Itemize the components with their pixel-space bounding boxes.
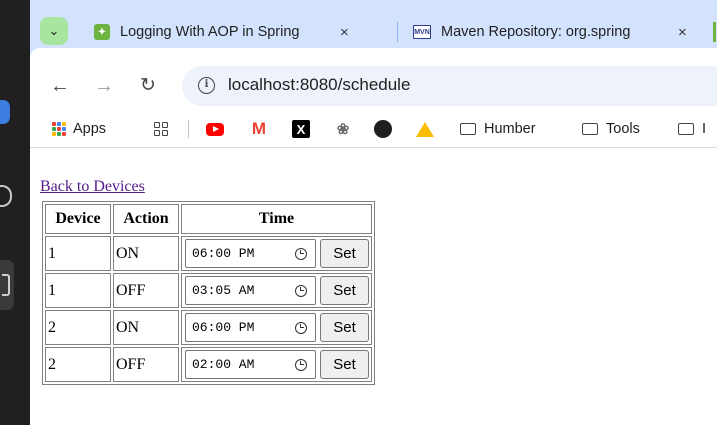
- bookmark-apps[interactable]: Apps: [52, 119, 106, 139]
- reload-icon[interactable]: ↻: [140, 76, 156, 96]
- bookmark-folder-tools[interactable]: Tools: [582, 119, 640, 139]
- column-header-device: Device: [45, 204, 111, 234]
- bookmark-label: Tools: [606, 121, 640, 137]
- back-to-devices-link[interactable]: Back to Devices: [40, 178, 145, 196]
- os-app-icon[interactable]: [0, 185, 12, 207]
- set-button[interactable]: Set: [320, 313, 369, 342]
- site-info-icon[interactable]: i: [198, 77, 215, 94]
- tab-strip: ⌄ ✦ Logging With AOP in Spring × MVN Mav…: [30, 0, 717, 48]
- bookmark-label: Humber: [484, 121, 536, 137]
- bookmark-folder-more[interactable]: I: [678, 119, 706, 139]
- bookmarks-bar: Apps M X ❀ Humber Tools I: [30, 108, 717, 148]
- spring-leaf-icon: ✦: [94, 24, 110, 40]
- address-bar[interactable]: i localhost:8080/schedule: [182, 66, 717, 106]
- action-cell: OFF: [113, 273, 179, 308]
- set-button[interactable]: Set: [320, 239, 369, 268]
- time-cell: 06:00 PM Set: [181, 310, 372, 345]
- youtube-icon[interactable]: [206, 120, 224, 138]
- tab-search-button[interactable]: ⌄: [40, 17, 68, 45]
- time-cell: 02:00 AM Set: [181, 347, 372, 382]
- github-icon[interactable]: [374, 120, 392, 138]
- time-value: 03:05 AM: [192, 283, 255, 298]
- tab-divider: [713, 22, 716, 42]
- folder-icon: [678, 123, 694, 135]
- tab-logging-aop[interactable]: ✦ Logging With AOP in Spring ×: [94, 17, 394, 47]
- time-input[interactable]: 02:00 AM: [185, 350, 316, 379]
- time-cell: 06:00 PM Set: [181, 236, 372, 271]
- chevron-down-icon: ⌄: [48, 23, 60, 38]
- clock-icon[interactable]: [295, 247, 307, 260]
- os-app-icon[interactable]: [0, 260, 14, 310]
- tab-title: Logging With AOP in Spring: [120, 24, 300, 40]
- action-cell: ON: [113, 236, 179, 271]
- column-header-time: Time: [181, 204, 372, 234]
- clock-icon[interactable]: [295, 284, 307, 297]
- time-input[interactable]: 06:00 PM: [185, 313, 316, 342]
- set-button[interactable]: Set: [320, 276, 369, 305]
- time-cell: 03:05 AM Set: [181, 273, 372, 308]
- device-cell: 1: [45, 236, 111, 271]
- time-input[interactable]: 06:00 PM: [185, 239, 316, 268]
- device-cell: 2: [45, 310, 111, 345]
- tab-divider: [397, 22, 398, 42]
- forward-arrow-icon[interactable]: →: [94, 76, 114, 96]
- close-icon[interactable]: ×: [340, 24, 349, 41]
- table-row: 2 ON 06:00 PM Set: [45, 310, 372, 345]
- url-text[interactable]: localhost:8080/schedule: [228, 75, 410, 95]
- time-value: 06:00 PM: [192, 246, 255, 261]
- bookmark-folder-humber[interactable]: Humber: [460, 119, 536, 139]
- time-value: 06:00 PM: [192, 320, 255, 335]
- close-icon[interactable]: ×: [678, 24, 687, 41]
- bookmark-divider: [188, 120, 189, 138]
- grid-icon: [154, 122, 168, 136]
- browser-chrome: ⌄ ✦ Logging With AOP in Spring × MVN Mav…: [30, 0, 717, 148]
- schedule-table: Device Action Time 1 ON 06:00 PM Set 1 O…: [42, 201, 375, 385]
- clock-icon[interactable]: [295, 358, 307, 371]
- action-cell: OFF: [113, 347, 179, 382]
- os-side-strip: [0, 0, 30, 425]
- table-header-row: Device Action Time: [45, 204, 372, 234]
- time-input[interactable]: 03:05 AM: [185, 276, 316, 305]
- back-arrow-icon[interactable]: ←: [50, 76, 70, 96]
- google-drive-icon[interactable]: [416, 120, 434, 138]
- folder-icon: [582, 123, 598, 135]
- table-row: 2 OFF 02:00 AM Set: [45, 347, 372, 382]
- clock-icon[interactable]: [295, 321, 307, 334]
- x-icon[interactable]: X: [292, 120, 310, 138]
- bookmark-label: I: [702, 121, 707, 137]
- device-cell: 1: [45, 273, 111, 308]
- gmail-icon[interactable]: M: [250, 119, 268, 138]
- apps-grid-icon: [52, 122, 66, 136]
- bookmark-label: Apps: [73, 121, 107, 137]
- action-cell: ON: [113, 310, 179, 345]
- mvn-icon: MVN: [413, 25, 431, 39]
- browser-toolbar: ← → ↻ i localhost:8080/schedule: [30, 48, 717, 108]
- folder-icon: [460, 123, 476, 135]
- set-button[interactable]: Set: [320, 350, 369, 379]
- tab-title: Maven Repository: org.spring: [441, 24, 631, 40]
- device-cell: 2: [45, 347, 111, 382]
- page-content: Back to Devices Device Action Time 1 ON …: [30, 148, 717, 425]
- os-app-icon[interactable]: [0, 100, 10, 124]
- bookmark-shortcuts[interactable]: [154, 119, 168, 139]
- column-header-action: Action: [113, 204, 179, 234]
- tab-maven-repository[interactable]: MVN Maven Repository: org.spring ×: [413, 17, 713, 47]
- table-row: 1 ON 06:00 PM Set: [45, 236, 372, 271]
- chatgpt-icon[interactable]: ❀: [334, 120, 352, 138]
- time-value: 02:00 AM: [192, 357, 255, 372]
- table-row: 1 OFF 03:05 AM Set: [45, 273, 372, 308]
